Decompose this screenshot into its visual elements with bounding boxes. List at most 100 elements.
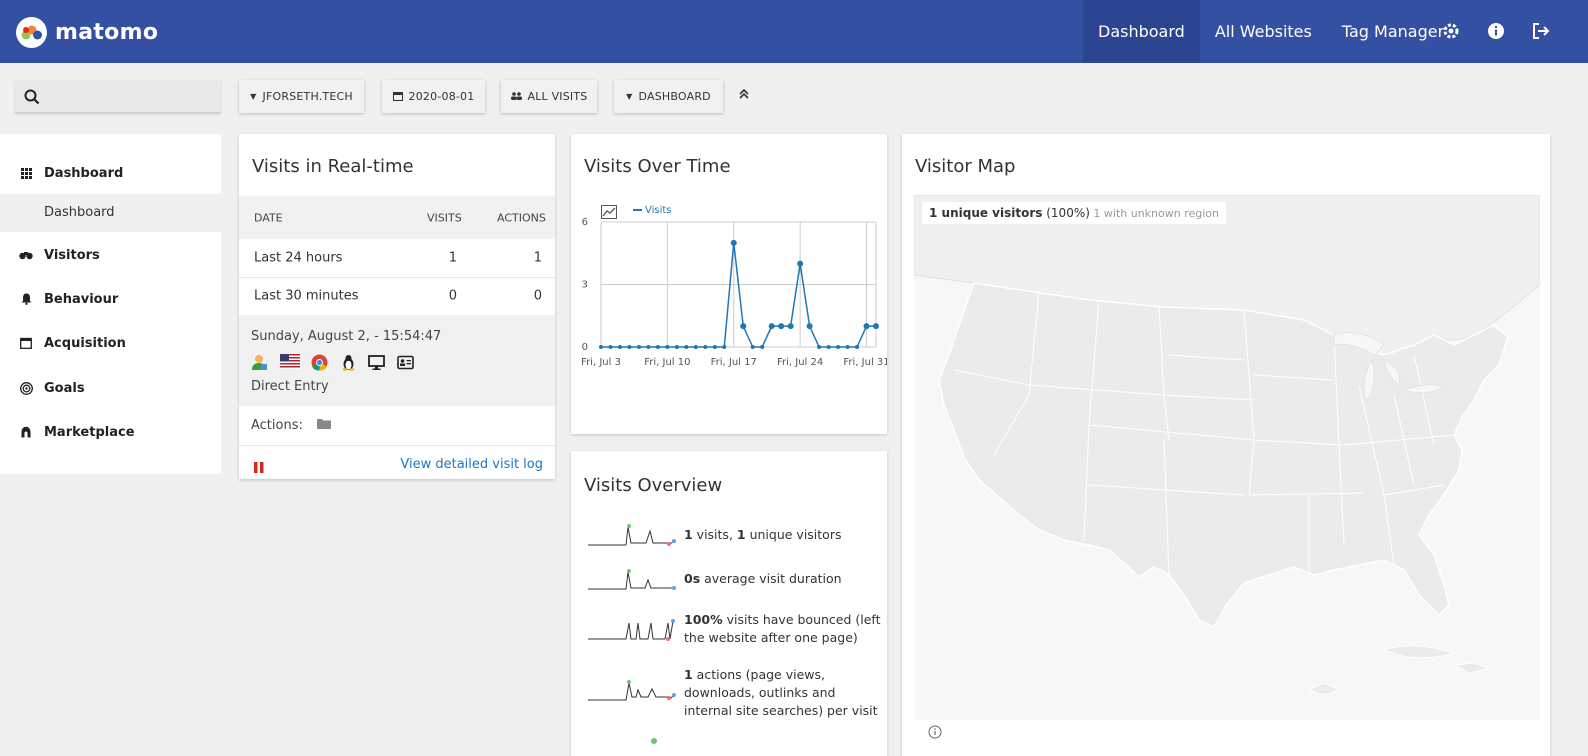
widget-footer: View detailed visit log [239,445,555,478]
y-tick-label: 0 [582,342,588,353]
data-point[interactable] [646,345,651,349]
widget-title: Visits in Real-time [252,156,414,177]
data-point[interactable] [760,345,765,349]
visits-overview-widget: Visits Overview 1 visits, 1 unique visit… [571,451,887,756]
linux-icon [340,354,357,371]
data-point[interactable] [768,323,775,330]
sidebar-item-acquisition[interactable]: Acquisition [0,323,221,363]
data-point[interactable] [712,345,717,349]
nav-tag-manager[interactable]: Tag Manager [1327,0,1459,63]
sidebar: Dashboard Dashboard Visitors Behaviour A… [0,134,221,474]
data-point[interactable] [730,239,737,246]
sidebar-item-dashboard[interactable]: Dashboard [0,153,221,193]
overview-item: 1 visits, 1 unique visitors [588,521,888,561]
us-flag-icon [280,354,300,371]
site-selector-button[interactable]: ▼ JFORSETH.TECH [239,80,364,113]
sparkline-marker [651,738,657,744]
sidebar-item-marketplace[interactable]: Marketplace [0,412,221,452]
data-point[interactable] [722,345,727,349]
data-point[interactable] [787,323,794,330]
folder-icon[interactable] [317,418,332,433]
pause-icon[interactable] [254,458,264,477]
desktop-icon [368,354,385,371]
dashboard-selector-label: DASHBOARD [638,90,711,103]
view-detailed-visit-log-link[interactable]: View detailed visit log [400,457,543,472]
data-point[interactable] [740,323,747,330]
usa-map[interactable] [914,195,1540,720]
visit-actions: Actions: [251,418,332,433]
collapse-toolbar-icon[interactable] [738,88,750,104]
realtime-widget: Visits in Real-time DATE VISITS ACTIONS … [239,134,555,479]
column-header-visits[interactable]: VISITS [427,211,462,224]
data-point[interactable] [703,345,708,349]
sidebar-subitem-dashboard[interactable]: Dashboard [0,194,221,232]
visitor-profile-icon[interactable] [251,354,268,371]
map-info-icon[interactable] [928,724,942,743]
table-row: Last 24 hours 1 1 [239,239,555,278]
date-selector-label: 2020-08-01 [408,90,475,103]
matomo-logo[interactable]: matomo [16,17,158,48]
nav-dashboard[interactable]: Dashboard [1083,0,1200,63]
data-point[interactable] [817,345,822,349]
table-header: DATE VISITS ACTIONS [239,196,555,239]
map-legend-unknown: 1 with unknown region [1089,207,1220,220]
overview-text: 100% visits have bounced (left the websi… [684,612,881,645]
bell-icon [19,292,33,306]
dashboard-selector-button[interactable]: ▼ DASHBOARD [614,80,723,113]
data-point[interactable] [674,345,679,349]
data-point[interactable] [845,345,850,349]
map-canvas[interactable]: 1 unique visitors (100%) 1 with unknown … [914,195,1540,720]
sidebar-item-behaviour[interactable]: Behaviour [0,279,221,319]
segment-selector-button[interactable]: ALL VISITS [501,80,597,113]
data-point[interactable] [608,345,613,349]
data-point[interactable] [617,345,622,349]
sparkline[interactable] [588,523,678,551]
data-point[interactable] [778,323,785,330]
sidebar-item-goals[interactable]: Goals [0,368,221,408]
x-tick-label: Fri, Jul 17 [711,357,757,368]
data-point[interactable] [873,323,879,330]
column-header-actions[interactable]: ACTIONS [497,211,546,224]
data-point[interactable] [750,345,755,349]
data-point[interactable] [806,323,813,330]
actions-label: Actions: [251,418,303,433]
overview-item: 100% visits have bounced (left the websi… [588,611,888,655]
sparkline[interactable] [588,617,678,645]
data-point[interactable] [627,345,632,349]
column-header-date[interactable]: DATE [254,211,283,224]
table-row: Last 30 minutes 0 0 [239,277,555,316]
visit-referrer: Direct Entry [251,379,329,394]
data-point[interactable] [599,345,603,349]
realtime-visit[interactable]: Sunday, August 2, - 15:54:47 Direct Entr… [239,315,555,406]
search-icon [24,89,40,105]
date-selector-button[interactable]: 2020-08-01 [382,80,485,113]
data-point[interactable] [826,345,831,349]
widget-title: Visits Over Time [584,156,731,177]
data-point[interactable] [684,345,689,349]
row-label: Last 24 hours [254,250,343,266]
data-point[interactable] [797,260,804,267]
target-icon [19,381,33,395]
grid-icon [19,166,33,180]
data-point[interactable] [836,345,841,349]
row-actions: 0 [533,288,542,304]
sidebar-item-visitors[interactable]: Visitors [0,235,221,275]
data-point[interactable] [636,345,641,349]
caret-down-icon: ▼ [626,92,633,101]
data-point[interactable] [665,345,670,349]
data-point[interactable] [655,345,660,349]
top-bar: matomo Dashboard All Websites Tag Manage… [0,0,1588,63]
sparkline[interactable] [588,567,678,595]
data-point[interactable] [855,345,860,349]
gear-icon[interactable] [1441,21,1461,41]
logout-icon[interactable] [1531,21,1551,41]
calendar-icon [19,336,33,350]
nav-all-websites[interactable]: All Websites [1200,0,1327,63]
info-icon[interactable] [1486,21,1506,41]
x-tick-label: Fri, Jul 10 [644,357,690,368]
data-point[interactable] [863,323,870,330]
widget-title: Visits Overview [584,475,723,496]
search-input[interactable] [15,80,221,113]
sparkline[interactable] [588,678,678,706]
data-point[interactable] [693,345,698,349]
